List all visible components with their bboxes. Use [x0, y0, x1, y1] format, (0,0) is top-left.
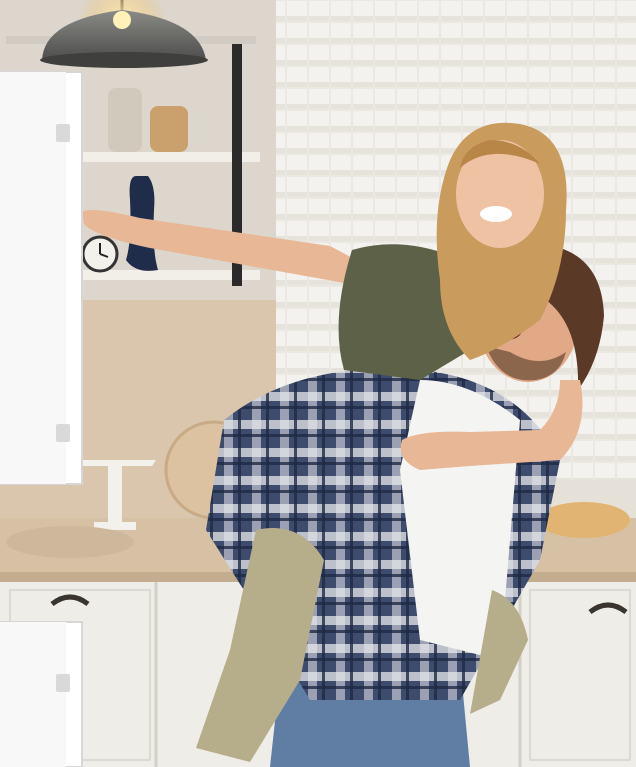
woman-mouth — [480, 206, 512, 222]
jar — [150, 106, 188, 152]
hinge-icon — [56, 124, 70, 142]
bread-basket — [538, 502, 630, 538]
placemat — [6, 526, 134, 558]
hinge-icon — [56, 424, 70, 442]
hinge-icon — [56, 674, 70, 692]
photo-illustration — [0, 0, 636, 767]
jar — [108, 88, 142, 152]
photo-scene — [0, 0, 636, 767]
